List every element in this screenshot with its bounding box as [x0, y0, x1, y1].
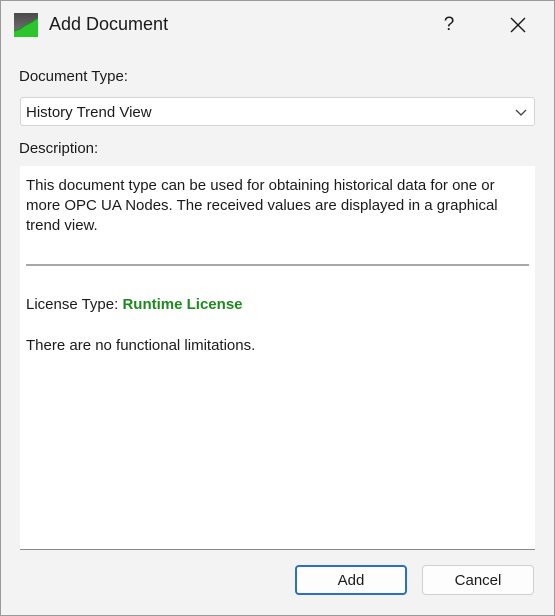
help-button[interactable]: ? — [426, 1, 472, 49]
add-button[interactable]: Add — [295, 565, 407, 595]
description-text: This document type can be used for obtai… — [26, 177, 498, 234]
description-label: Description: — [19, 140, 99, 157]
close-icon — [510, 17, 526, 33]
license-type-value: Runtime License — [122, 296, 243, 313]
license-type-line: License Type: Runtime License — [26, 296, 243, 313]
document-type-select[interactable]: History Trend View — [20, 97, 535, 126]
chevron-down-icon — [515, 109, 527, 116]
document-type-label: Document Type: — [19, 68, 128, 85]
divider — [26, 264, 529, 266]
add-document-dialog: Add Document ? Document Type: History Tr… — [0, 0, 555, 616]
title-bar: Add Document ? — [1, 1, 554, 49]
close-button[interactable] — [495, 1, 541, 49]
help-label: ? — [443, 14, 455, 35]
document-type-value: History Trend View — [26, 104, 152, 121]
dialog-title: Add Document — [49, 14, 169, 34]
cancel-button[interactable]: Cancel — [422, 565, 534, 595]
trend-chart-icon — [14, 13, 38, 37]
description-panel: This document type can be used for obtai… — [20, 166, 535, 550]
limitations-text: There are no functional limitations. — [26, 337, 256, 354]
license-type-label: License Type: — [26, 296, 119, 313]
